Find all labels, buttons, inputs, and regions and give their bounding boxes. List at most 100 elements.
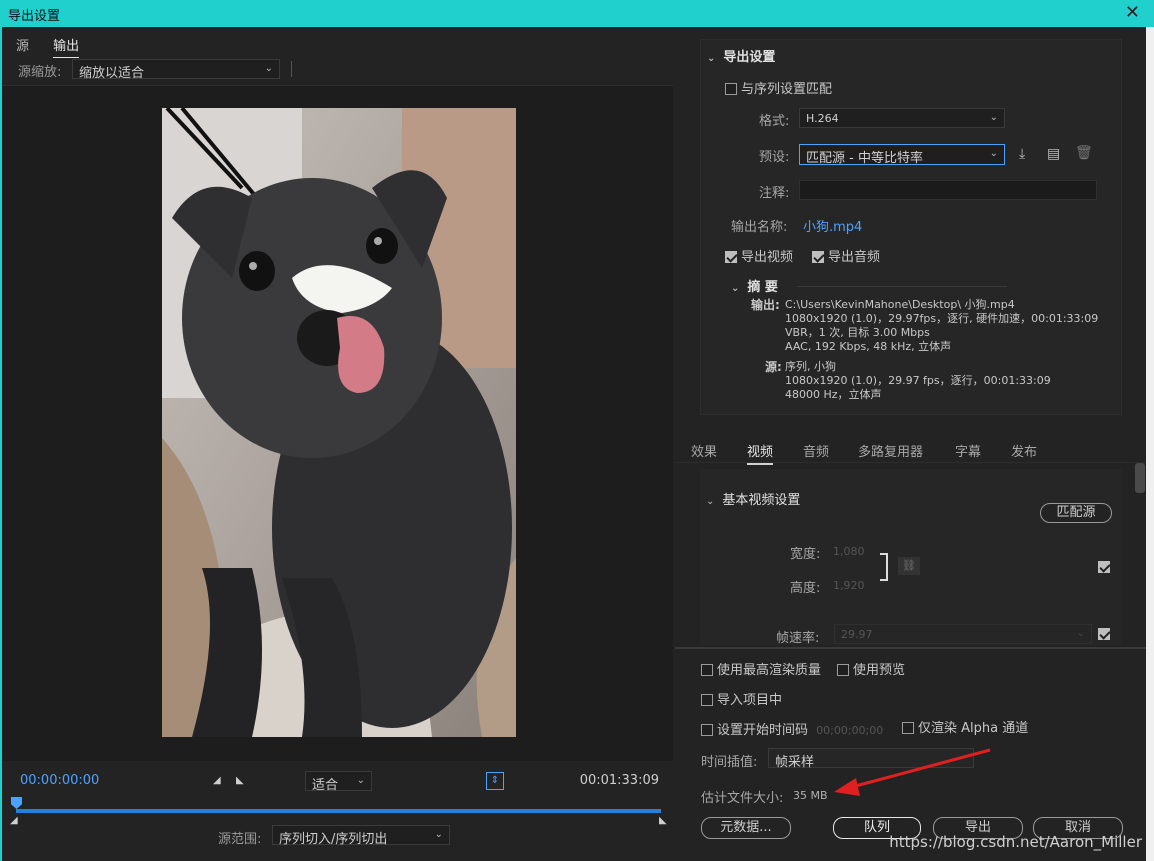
start-timecode-row[interactable]: 设置开始时间码 00;00;00;00	[701, 719, 883, 738]
preset-label: 预设:	[759, 150, 790, 165]
source-zoom-value: 缩放以适合	[79, 66, 145, 81]
settings-pane: ⌄ 导出设置 与序列设置匹配 格式: H.264 ⌄ 预设: 匹配源 - 中等比特…	[675, 27, 1146, 861]
start-timecode-checkbox[interactable]	[701, 724, 713, 736]
framerate-checkbox[interactable]	[1098, 628, 1110, 640]
preset-dropdown[interactable]: 匹配源 - 中等比特率 ⌄	[799, 144, 1005, 166]
tab-captions[interactable]: 字幕	[955, 441, 981, 460]
summary-output-line: AAC, 192 Kbps, 48 kHz, 立体声	[785, 340, 952, 353]
export-video-row[interactable]: 导出视频	[725, 246, 793, 265]
summary-header[interactable]: ⌄ 摘 要	[731, 276, 778, 295]
chevron-down-icon: ⌄	[989, 148, 998, 159]
summary-source-line: 序列, 小狗	[785, 360, 836, 373]
aspect-toggle-icon[interactable]: ⇕	[486, 772, 504, 790]
title-bar: 导出设置 ✕	[0, 0, 1154, 27]
chevron-down-icon: ⌄	[434, 829, 443, 840]
link-icon[interactable]: ⛓	[898, 557, 920, 575]
export-video-checkbox[interactable]	[725, 251, 737, 263]
link-bracket	[880, 553, 888, 581]
tab-multiplexer[interactable]: 多路复用器	[858, 441, 923, 460]
summary-source-line: 1080x1920 (1.0)，29.97 fps，逐行，00:01:33:09	[785, 374, 1051, 387]
dog-photo	[162, 108, 516, 737]
export-settings-header[interactable]: ⌄ 导出设置	[707, 46, 775, 65]
format-dropdown[interactable]: H.264 ⌄	[799, 108, 1005, 128]
video-settings-panel: ⌄ 基本视频设置 匹配源 宽度: 1,080 高度: 1,920 ⛓ 帧速率: 2…	[700, 469, 1122, 646]
framerate-dropdown[interactable]: 29.97 ⌄	[834, 624, 1092, 644]
summary-output-line: C:\Users\KevinMahone\Desktop\ 小狗.mp4	[785, 298, 1015, 311]
tab-effects[interactable]: 效果	[691, 441, 717, 460]
match-sequence-checkbox[interactable]	[725, 83, 737, 95]
mark-out-icon[interactable]: ◣	[236, 775, 244, 786]
out-point-icon[interactable]: ◣	[659, 815, 667, 826]
height-value[interactable]: 1,920	[833, 579, 865, 592]
source-range-dropdown[interactable]: 序列切入/序列切出 ⌄	[272, 825, 450, 847]
save-preset-icon[interactable]: ⤓	[1019, 146, 1025, 162]
import-preset-icon[interactable]: ▤	[1047, 146, 1060, 162]
format-label: 格式:	[759, 114, 790, 129]
basic-video-header[interactable]: ⌄ 基本视频设置	[706, 489, 800, 508]
watermark: https://blog.csdn.net/Aaron_Miller	[889, 833, 1142, 851]
summary-source-line: 48000 Hz，立体声	[785, 388, 882, 401]
chevron-down-icon: ⌄	[356, 775, 365, 786]
summary-output-label: 输出:	[751, 298, 780, 312]
width-height-checkbox[interactable]	[1098, 561, 1110, 573]
chevron-down-icon: ⌄	[264, 63, 273, 74]
playhead-icon[interactable]	[11, 797, 22, 809]
time-interp-label: 时间插值:	[701, 755, 758, 770]
in-point-icon[interactable]: ◢	[10, 815, 18, 826]
chevron-down-icon: ⌄	[731, 283, 740, 294]
match-sequence-row[interactable]: 与序列设置匹配	[725, 78, 832, 97]
source-range-value: 序列切入/序列切出	[279, 832, 388, 847]
export-settings-title: 导出设置	[723, 50, 776, 65]
divider	[291, 61, 292, 77]
est-size-label: 估计文件大小:	[701, 791, 784, 806]
max-render-quality-checkbox[interactable]	[701, 664, 713, 676]
fit-dropdown[interactable]: 适合 ⌄	[305, 771, 372, 793]
import-project-checkbox[interactable]	[701, 694, 713, 706]
video-preview	[2, 85, 673, 761]
width-value[interactable]: 1,080	[833, 545, 865, 558]
scrollbar[interactable]	[1135, 463, 1145, 493]
tab-video[interactable]: 视频	[747, 441, 774, 465]
timecode-end: 00:01:33:09	[579, 773, 659, 788]
divider	[797, 286, 1007, 287]
time-interp-value: 帧采样	[775, 755, 815, 770]
tab-source[interactable]: 源	[16, 35, 29, 57]
delete-preset-icon[interactable]: 🗑	[1075, 145, 1093, 161]
basic-video-title: 基本视频设置	[722, 493, 801, 508]
use-previews-checkbox[interactable]	[837, 664, 849, 676]
tab-audio[interactable]: 音频	[803, 441, 829, 460]
chevron-down-icon: ⌄	[1076, 628, 1085, 639]
alpha-only-checkbox[interactable]	[902, 722, 914, 734]
match-sequence-label: 与序列设置匹配	[741, 82, 833, 97]
import-project-row[interactable]: 导入项目中	[701, 689, 782, 708]
mark-in-icon[interactable]: ◢	[213, 775, 221, 786]
timecode-start[interactable]: 00:00:00:00	[20, 773, 99, 788]
output-name-link[interactable]: 小狗.mp4	[803, 216, 862, 235]
preview-pane: 源 输出 源缩放: 缩放以适合 ⌄ 00:00:00:00 ◢ ◣ 适合 ⌄ ⇕…	[0, 27, 673, 861]
alpha-only-row[interactable]: 仅渲染 Alpha 通道	[902, 717, 1028, 736]
max-render-quality-label: 使用最高渲染质量	[717, 663, 822, 678]
use-previews-row[interactable]: 使用预览	[837, 659, 905, 678]
tab-publish[interactable]: 发布	[1011, 441, 1037, 460]
summary-source: 序列, 小狗 1080x1920 (1.0)，29.97 fps，逐行，00:0…	[785, 360, 1051, 402]
window-title: 导出设置	[8, 9, 61, 24]
close-icon[interactable]: ✕	[1125, 2, 1140, 23]
metadata-button[interactable]: 元数据...	[701, 817, 791, 839]
source-zoom-dropdown[interactable]: 缩放以适合 ⌄	[72, 59, 280, 81]
start-timecode-value[interactable]: 00;00;00;00	[816, 724, 883, 737]
timeline-track[interactable]	[16, 809, 661, 813]
comment-input[interactable]	[799, 180, 1097, 200]
export-audio-row[interactable]: 导出音频	[812, 246, 880, 265]
timeline: 00:00:00:00 ◢ ◣ 适合 ⌄ ⇕ 00:01:33:09 ◢ ◣ 源…	[2, 763, 673, 861]
framerate-label: 帧速率:	[776, 631, 820, 646]
output-name-label: 输出名称:	[731, 220, 788, 235]
tab-output[interactable]: 输出	[53, 35, 80, 58]
source-output-tabs: 源 输出	[16, 35, 99, 58]
window-edge	[1146, 27, 1154, 861]
export-audio-checkbox[interactable]	[812, 251, 824, 263]
format-value: H.264	[806, 112, 839, 125]
chevron-down-icon: ⌄	[706, 496, 715, 507]
match-source-button[interactable]: 匹配源	[1040, 503, 1112, 523]
export-settings-panel: ⌄ 导出设置 与序列设置匹配 格式: H.264 ⌄ 预设: 匹配源 - 中等比特…	[700, 39, 1122, 415]
max-render-quality-row[interactable]: 使用最高渲染质量	[701, 659, 821, 678]
